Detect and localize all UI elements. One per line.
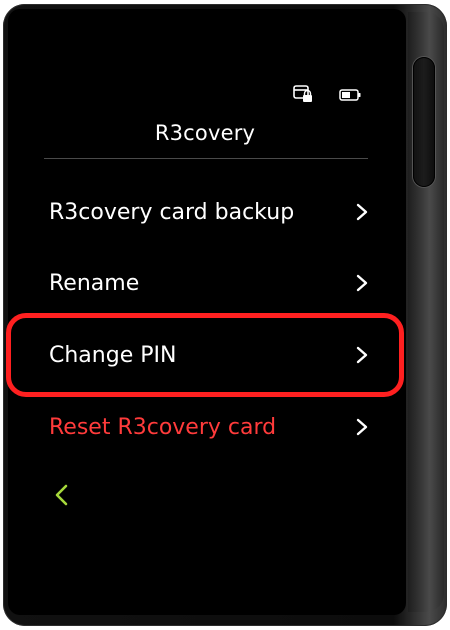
menu-item-card-backup[interactable]: R3covery card backup: [49, 192, 373, 232]
menu-item-rename[interactable]: Rename: [49, 263, 373, 303]
chevron-right-icon: [356, 203, 368, 221]
menu-item-label: R3covery card backup: [49, 199, 295, 225]
menu-item-reset-card[interactable]: Reset R3covery card: [49, 407, 373, 447]
menu-item-label: Reset R3covery card: [49, 414, 277, 440]
back-button[interactable]: [52, 482, 72, 508]
device-side-button[interactable]: [413, 57, 435, 187]
card-lock-icon: [293, 85, 313, 108]
battery-icon: [339, 88, 361, 106]
chevron-left-icon: [55, 484, 68, 506]
title-divider: [44, 158, 368, 159]
menu-item-label: Rename: [49, 270, 140, 296]
chevron-right-icon: [356, 418, 368, 436]
page-title: R3covery: [154, 121, 256, 145]
chevron-right-icon: [356, 274, 368, 292]
selection-highlight: [6, 313, 404, 397]
status-bar: [293, 85, 361, 108]
